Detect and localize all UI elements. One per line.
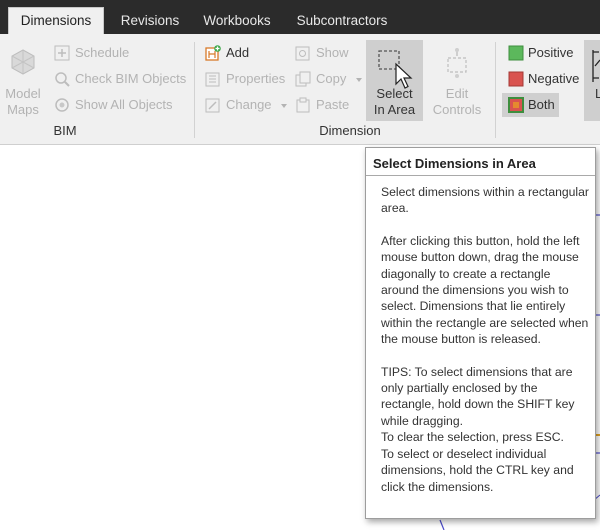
- model-maps-button[interactable]: Model Maps: [2, 40, 42, 120]
- copy-icon: [295, 71, 311, 87]
- tooltip-body: Select dimensions within a rectangular a…: [381, 184, 589, 495]
- change-dropdown-icon[interactable]: [281, 104, 287, 108]
- both-filter-button[interactable]: Both: [502, 93, 559, 117]
- tooltip-tip-shift: TIPS: To select dimensions that are only…: [381, 364, 575, 428]
- show-all-label: Show All Objects: [75, 97, 173, 112]
- show-icon: [295, 46, 310, 61]
- paste-icon: [296, 97, 310, 113]
- add-dimension-icon: [205, 45, 221, 61]
- bim-group-title: BIM: [53, 123, 77, 138]
- cut-off-label: L: [595, 86, 600, 101]
- add-label: Add: [226, 45, 250, 60]
- negative-label: Negative: [528, 71, 580, 86]
- edit-controls-button[interactable]: Edit Controls: [428, 40, 486, 121]
- copy-label: Copy: [316, 71, 347, 86]
- tab-dimensions[interactable]: Dimensions: [8, 7, 104, 35]
- tooltip-summary: Select dimensions within a rectangular a…: [381, 185, 589, 216]
- tooltip-tip-esc: To clear the selection, press ESC.: [381, 430, 564, 445]
- cut-off-icon: [592, 50, 600, 82]
- tab-revisions[interactable]: Revisions: [110, 8, 190, 34]
- properties-icon: [205, 72, 220, 87]
- both-square-icon: [508, 97, 524, 113]
- change-label: Change: [226, 97, 272, 112]
- ribbon-tab-bar: Dimensions Revisions Workbooks Subcontra…: [0, 0, 600, 35]
- both-label: Both: [528, 97, 555, 112]
- mouse-cursor-icon: [395, 62, 413, 89]
- tooltip-separator: [366, 175, 595, 176]
- model-maps-label: Model Maps: [5, 86, 41, 117]
- copy-dropdown-icon[interactable]: [356, 78, 362, 82]
- change-icon: [205, 98, 220, 113]
- properties-label: Properties: [226, 71, 286, 86]
- positive-square-icon: [508, 45, 524, 61]
- check-bim-icon: [55, 72, 70, 87]
- edit-controls-icon: [447, 48, 467, 78]
- tab-workbooks[interactable]: Workbooks: [195, 8, 279, 34]
- group-separator: [495, 42, 496, 138]
- cut-off-button[interactable]: L: [584, 40, 600, 121]
- select-in-area-tooltip: Select Dimensions in Area Select dimensi…: [365, 147, 596, 519]
- show-label: Show: [316, 45, 349, 60]
- tooltip-tip-ctrl: To select or deselect individual dimensi…: [381, 446, 574, 494]
- edit-controls-label: Edit Controls: [432, 86, 482, 117]
- dimension-group-title: Dimension: [319, 123, 381, 138]
- show-all-icon: [55, 98, 69, 112]
- model-maps-icon: [11, 49, 35, 75]
- check-bim-label: Check BIM Objects: [75, 71, 187, 86]
- positive-label: Positive: [528, 45, 574, 60]
- ribbon-panel: Model Maps Schedule Check BIM Objects Sh…: [0, 34, 600, 145]
- schedule-label: Schedule: [75, 45, 130, 60]
- group-separator: [194, 42, 195, 138]
- tooltip-title: Select Dimensions in Area: [373, 156, 536, 171]
- tooltip-instructions: After clicking this button, hold the lef…: [381, 233, 589, 347]
- schedule-icon: [54, 45, 70, 61]
- paste-label: Paste: [316, 97, 350, 112]
- negative-square-icon: [508, 71, 524, 87]
- tab-subcontractors[interactable]: Subcontractors: [288, 8, 396, 34]
